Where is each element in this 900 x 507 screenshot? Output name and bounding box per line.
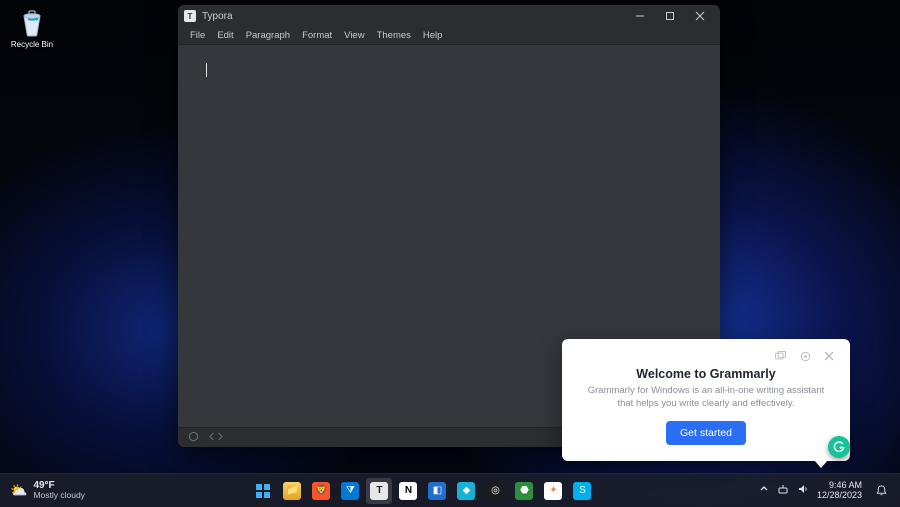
grammarly-popup: Welcome to Grammarly Grammarly for Windo… (562, 339, 850, 461)
recycle-bin-label: Recycle Bin (8, 40, 56, 49)
menu-bar: File Edit Paragraph Format View Themes H… (178, 27, 720, 45)
tray-overflow-icon[interactable] (759, 484, 769, 497)
grammarly-popup-title: Welcome to Grammarly (576, 367, 836, 381)
taskbar-file-explorer[interactable]: 📁 (279, 478, 305, 504)
recycle-bin[interactable]: Recycle Bin (8, 6, 56, 49)
tray-volume-icon[interactable] (797, 483, 809, 498)
system-tray: 9:46 AM 12/28/2023 (751, 481, 900, 500)
typora-app-icon: T (184, 10, 196, 22)
menu-view[interactable]: View (338, 30, 370, 41)
taskbar-brave[interactable]: 🦁 (308, 478, 334, 504)
tray-network-icon[interactable] (777, 483, 789, 498)
window-title: Typora (202, 11, 626, 22)
taskbar-app-1[interactable]: ◧ (424, 478, 450, 504)
taskbar: ⛅ 49°F Mostly cloudy 📁 🦁 ⧩ T N ◧ ◆ ◎ ⬣ ✦… (0, 473, 900, 507)
taskbar-vscode[interactable]: ⧩ (337, 478, 363, 504)
close-button[interactable] (686, 6, 714, 26)
taskbar-skype[interactable]: S (569, 478, 595, 504)
menu-themes[interactable]: Themes (371, 30, 417, 41)
minimize-button[interactable] (626, 6, 654, 26)
menu-help[interactable]: Help (417, 30, 449, 41)
grammarly-close-icon[interactable] (822, 349, 836, 363)
menu-paragraph[interactable]: Paragraph (240, 30, 296, 41)
text-cursor (206, 63, 207, 77)
grammarly-get-started-button[interactable]: Get started (666, 421, 746, 445)
start-button[interactable] (250, 478, 276, 504)
taskbar-typora[interactable]: T (366, 478, 392, 504)
menu-format[interactable]: Format (296, 30, 338, 41)
clock-date: 12/28/2023 (817, 491, 862, 500)
taskbar-app-2[interactable]: ◆ (453, 478, 479, 504)
source-code-toggle-icon[interactable] (209, 431, 223, 444)
grammarly-cards-icon[interactable] (774, 349, 788, 363)
recycle-bin-icon (16, 6, 48, 38)
notifications-button[interactable] (870, 484, 892, 497)
titlebar[interactable]: T Typora (178, 5, 720, 27)
weather-condition: Mostly cloudy (33, 491, 85, 500)
taskbar-center: 📁 🦁 ⧩ T N ◧ ◆ ◎ ⬣ ✦ S (250, 478, 595, 504)
menu-edit[interactable]: Edit (211, 30, 239, 41)
outline-toggle-icon[interactable] (188, 431, 199, 444)
taskbar-weather[interactable]: ⛅ 49°F Mostly cloudy (0, 481, 95, 500)
taskbar-app-5[interactable]: ✦ (540, 478, 566, 504)
taskbar-notion[interactable]: N (395, 478, 421, 504)
grammarly-popup-body: Grammarly for Windows is an all-in-one w… (576, 385, 836, 411)
taskbar-app-3[interactable]: ◎ (482, 478, 508, 504)
menu-file[interactable]: File (184, 30, 211, 41)
weather-icon: ⛅ (10, 482, 27, 499)
maximize-button[interactable] (656, 6, 684, 26)
taskbar-clock[interactable]: 9:46 AM 12/28/2023 (817, 481, 862, 500)
taskbar-app-4[interactable]: ⬣ (511, 478, 537, 504)
grammarly-settings-icon[interactable] (798, 349, 812, 363)
grammarly-floating-badge[interactable] (828, 436, 850, 458)
